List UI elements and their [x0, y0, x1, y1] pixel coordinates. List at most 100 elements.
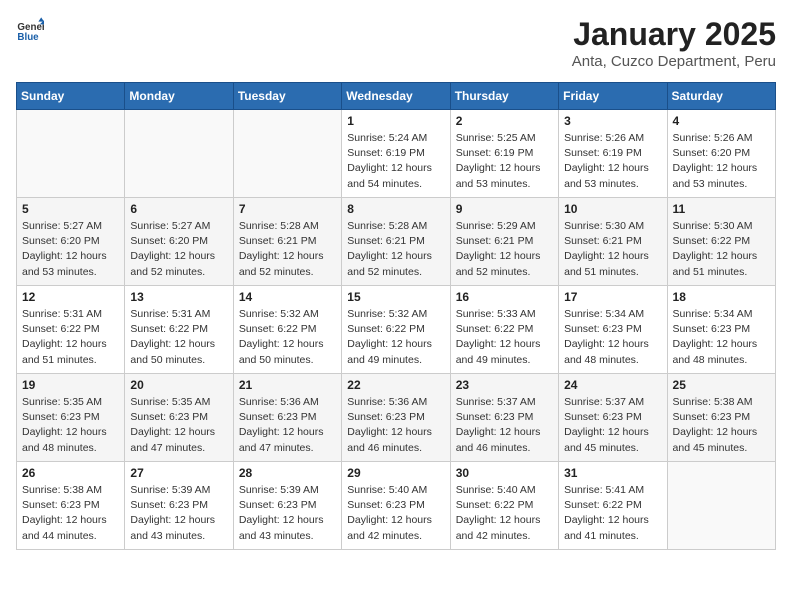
calendar-cell: 12 Sunrise: 5:31 AM Sunset: 6:22 PM Dayli… [17, 286, 125, 374]
day-info: Sunrise: 5:37 AM Sunset: 6:23 PM Dayligh… [456, 395, 553, 456]
svg-text:Blue: Blue [17, 32, 39, 43]
calendar-cell [17, 110, 125, 198]
calendar-cell: 20 Sunrise: 5:35 AM Sunset: 6:23 PM Dayli… [125, 374, 233, 462]
calendar-cell: 16 Sunrise: 5:33 AM Sunset: 6:22 PM Dayli… [450, 286, 558, 374]
calendar-cell: 19 Sunrise: 5:35 AM Sunset: 6:23 PM Dayli… [17, 374, 125, 462]
calendar-cell: 1 Sunrise: 5:24 AM Sunset: 6:19 PM Daylig… [342, 110, 450, 198]
day-number: 20 [130, 378, 227, 392]
calendar-cell [667, 462, 775, 550]
day-number: 16 [456, 290, 553, 304]
page-title: January 2025 [572, 16, 776, 53]
calendar-cell: 11Sunrise: 5:30 AM Sunset: 6:22 PM Dayli… [667, 198, 775, 286]
day-info: Sunrise: 5:34 AM Sunset: 6:23 PM Dayligh… [564, 307, 661, 368]
logo: General Blue [16, 16, 44, 44]
calendar-day-header: Monday [125, 83, 233, 110]
calendar-cell: 25 Sunrise: 5:38 AM Sunset: 6:23 PM Dayli… [667, 374, 775, 462]
day-info: Sunrise: 5:36 AM Sunset: 6:23 PM Dayligh… [239, 395, 336, 456]
day-info: Sunrise: 5:24 AM Sunset: 6:19 PM Dayligh… [347, 131, 444, 192]
day-number: 12 [22, 290, 119, 304]
day-number: 5 [22, 202, 119, 216]
day-info: Sunrise: 5:32 AM Sunset: 6:22 PM Dayligh… [347, 307, 444, 368]
calendar-day-header: Wednesday [342, 83, 450, 110]
calendar-cell: 2 Sunrise: 5:25 AM Sunset: 6:19 PM Daylig… [450, 110, 558, 198]
title-block: January 2025 Anta, Cuzco Department, Per… [572, 16, 776, 70]
calendar-week-row: 5 Sunrise: 5:27 AM Sunset: 6:20 PM Daylig… [17, 198, 776, 286]
day-number: 24 [564, 378, 661, 392]
day-info: Sunrise: 5:36 AM Sunset: 6:23 PM Dayligh… [347, 395, 444, 456]
day-info: Sunrise: 5:27 AM Sunset: 6:20 PM Dayligh… [130, 219, 227, 280]
calendar-header-row: SundayMondayTuesdayWednesdayThursdayFrid… [17, 83, 776, 110]
day-info: Sunrise: 5:38 AM Sunset: 6:23 PM Dayligh… [22, 483, 119, 544]
day-number: 9 [456, 202, 553, 216]
day-number: 26 [22, 466, 119, 480]
calendar-cell: 29 Sunrise: 5:40 AM Sunset: 6:23 PM Dayli… [342, 462, 450, 550]
calendar-cell [233, 110, 341, 198]
calendar-day-header: Thursday [450, 83, 558, 110]
day-number: 31 [564, 466, 661, 480]
calendar-table: SundayMondayTuesdayWednesdayThursdayFrid… [16, 82, 776, 550]
day-info: Sunrise: 5:37 AM Sunset: 6:23 PM Dayligh… [564, 395, 661, 456]
day-number: 28 [239, 466, 336, 480]
day-info: Sunrise: 5:32 AM Sunset: 6:22 PM Dayligh… [239, 307, 336, 368]
day-number: 1 [347, 114, 444, 128]
calendar-week-row: 1 Sunrise: 5:24 AM Sunset: 6:19 PM Daylig… [17, 110, 776, 198]
day-info: Sunrise: 5:34 AM Sunset: 6:23 PM Dayligh… [673, 307, 770, 368]
calendar-cell: 10Sunrise: 5:30 AM Sunset: 6:21 PM Dayli… [559, 198, 667, 286]
day-info: Sunrise: 5:25 AM Sunset: 6:19 PM Dayligh… [456, 131, 553, 192]
calendar-cell: 18 Sunrise: 5:34 AM Sunset: 6:23 PM Dayli… [667, 286, 775, 374]
calendar-cell: 23 Sunrise: 5:37 AM Sunset: 6:23 PM Dayli… [450, 374, 558, 462]
day-info: Sunrise: 5:26 AM Sunset: 6:19 PM Dayligh… [564, 131, 661, 192]
day-info: Sunrise: 5:40 AM Sunset: 6:23 PM Dayligh… [347, 483, 444, 544]
calendar-cell: 5Sunrise: 5:27 AM Sunset: 6:20 PM Daylig… [17, 198, 125, 286]
calendar-cell: 17 Sunrise: 5:34 AM Sunset: 6:23 PM Dayli… [559, 286, 667, 374]
day-number: 14 [239, 290, 336, 304]
calendar-cell: 24 Sunrise: 5:37 AM Sunset: 6:23 PM Dayli… [559, 374, 667, 462]
day-info: Sunrise: 5:28 AM Sunset: 6:21 PM Dayligh… [239, 219, 336, 280]
calendar-cell: 8Sunrise: 5:28 AM Sunset: 6:21 PM Daylig… [342, 198, 450, 286]
day-info: Sunrise: 5:29 AM Sunset: 6:21 PM Dayligh… [456, 219, 553, 280]
day-info: Sunrise: 5:39 AM Sunset: 6:23 PM Dayligh… [239, 483, 336, 544]
day-number: 8 [347, 202, 444, 216]
calendar-cell [125, 110, 233, 198]
page-subtitle: Anta, Cuzco Department, Peru [572, 53, 776, 70]
day-number: 7 [239, 202, 336, 216]
day-info: Sunrise: 5:41 AM Sunset: 6:22 PM Dayligh… [564, 483, 661, 544]
calendar-cell: 7 Sunrise: 5:28 AM Sunset: 6:21 PM Daylig… [233, 198, 341, 286]
day-number: 17 [564, 290, 661, 304]
day-number: 21 [239, 378, 336, 392]
day-number: 29 [347, 466, 444, 480]
calendar-day-header: Saturday [667, 83, 775, 110]
day-number: 23 [456, 378, 553, 392]
day-info: Sunrise: 5:40 AM Sunset: 6:22 PM Dayligh… [456, 483, 553, 544]
day-info: Sunrise: 5:30 AM Sunset: 6:21 PM Dayligh… [564, 219, 661, 280]
calendar-cell: 4Sunrise: 5:26 AM Sunset: 6:20 PM Daylig… [667, 110, 775, 198]
day-number: 19 [22, 378, 119, 392]
calendar-week-row: 19 Sunrise: 5:35 AM Sunset: 6:23 PM Dayli… [17, 374, 776, 462]
day-number: 2 [456, 114, 553, 128]
day-info: Sunrise: 5:26 AM Sunset: 6:20 PM Dayligh… [673, 131, 770, 192]
day-number: 6 [130, 202, 227, 216]
day-info: Sunrise: 5:38 AM Sunset: 6:23 PM Dayligh… [673, 395, 770, 456]
calendar-cell: 26 Sunrise: 5:38 AM Sunset: 6:23 PM Dayli… [17, 462, 125, 550]
calendar-cell: 30 Sunrise: 5:40 AM Sunset: 6:22 PM Dayli… [450, 462, 558, 550]
calendar-cell: 31 Sunrise: 5:41 AM Sunset: 6:22 PM Dayli… [559, 462, 667, 550]
day-info: Sunrise: 5:33 AM Sunset: 6:22 PM Dayligh… [456, 307, 553, 368]
calendar-cell: 28 Sunrise: 5:39 AM Sunset: 6:23 PM Dayli… [233, 462, 341, 550]
calendar-cell: 6 Sunrise: 5:27 AM Sunset: 6:20 PM Daylig… [125, 198, 233, 286]
calendar-cell: 13Sunrise: 5:31 AM Sunset: 6:22 PM Dayli… [125, 286, 233, 374]
logo-icon: General Blue [16, 16, 44, 44]
day-number: 25 [673, 378, 770, 392]
day-number: 18 [673, 290, 770, 304]
day-number: 30 [456, 466, 553, 480]
day-info: Sunrise: 5:35 AM Sunset: 6:23 PM Dayligh… [22, 395, 119, 456]
page-header: General Blue January 2025 Anta, Cuzco De… [16, 16, 776, 70]
calendar-cell: 9 Sunrise: 5:29 AM Sunset: 6:21 PM Daylig… [450, 198, 558, 286]
day-number: 11 [673, 202, 770, 216]
calendar-week-row: 26 Sunrise: 5:38 AM Sunset: 6:23 PM Dayli… [17, 462, 776, 550]
day-info: Sunrise: 5:35 AM Sunset: 6:23 PM Dayligh… [130, 395, 227, 456]
calendar-cell: 22Sunrise: 5:36 AM Sunset: 6:23 PM Dayli… [342, 374, 450, 462]
calendar-week-row: 12 Sunrise: 5:31 AM Sunset: 6:22 PM Dayli… [17, 286, 776, 374]
day-info: Sunrise: 5:31 AM Sunset: 6:22 PM Dayligh… [130, 307, 227, 368]
day-info: Sunrise: 5:39 AM Sunset: 6:23 PM Dayligh… [130, 483, 227, 544]
day-info: Sunrise: 5:31 AM Sunset: 6:22 PM Dayligh… [22, 307, 119, 368]
